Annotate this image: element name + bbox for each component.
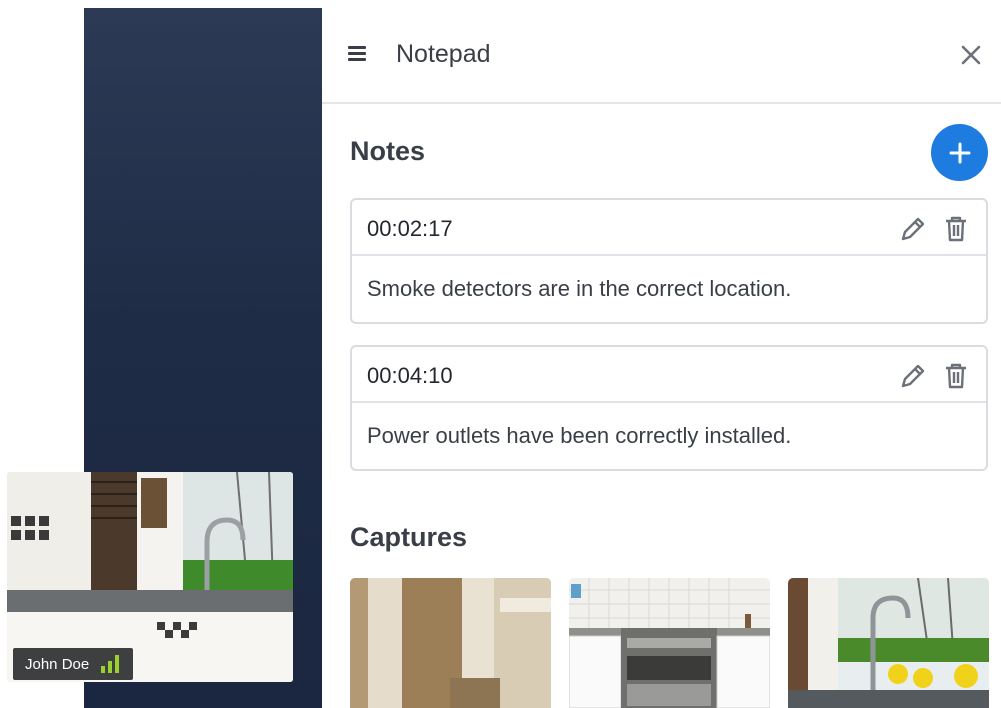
add-note-button[interactable] bbox=[931, 124, 988, 181]
notepad-header: Notepad bbox=[322, 8, 1001, 104]
signal-bars-icon bbox=[101, 655, 120, 673]
pencil-icon[interactable] bbox=[898, 361, 928, 391]
trash-icon[interactable] bbox=[942, 361, 970, 391]
capture-thumbnail[interactable] bbox=[788, 578, 989, 708]
participant-name-tag: John Doe bbox=[13, 648, 134, 680]
capture-thumbnail[interactable] bbox=[350, 578, 551, 708]
note-text: Smoke detectors are in the correct locat… bbox=[367, 276, 792, 301]
notepad-panel: Notepad Notes 00:02:17 Smoke detectors a… bbox=[322, 8, 1001, 708]
notepad-title: Notepad bbox=[396, 40, 491, 68]
note-text: Power outlets have been correctly instal… bbox=[367, 423, 792, 448]
close-icon[interactable] bbox=[958, 42, 984, 68]
note-header: 00:04:10 bbox=[352, 347, 986, 403]
trash-icon[interactable] bbox=[942, 214, 970, 244]
note-timestamp: 00:04:10 bbox=[367, 363, 453, 388]
participant-name: John Doe bbox=[25, 655, 90, 673]
note-body: Smoke detectors are in the correct locat… bbox=[352, 256, 986, 322]
note-timestamp: 00:02:17 bbox=[367, 216, 453, 241]
captures-heading: Captures bbox=[350, 522, 468, 552]
self-view-video[interactable]: John Doe bbox=[7, 472, 293, 682]
menu-icon[interactable] bbox=[348, 46, 366, 62]
note-body: Power outlets have been correctly instal… bbox=[352, 403, 986, 469]
plus-icon bbox=[949, 142, 970, 163]
app-window: Notepad Notes 00:02:17 Smoke detectors a… bbox=[0, 0, 1001, 708]
note-card: 00:04:10 Power outlets have been correct… bbox=[350, 345, 988, 471]
note-card: 00:02:17 Smoke detectors are in the corr… bbox=[350, 198, 988, 324]
note-header: 00:02:17 bbox=[352, 200, 986, 256]
capture-thumbnail[interactable] bbox=[569, 578, 770, 708]
notes-heading: Notes bbox=[350, 136, 426, 166]
pencil-icon[interactable] bbox=[898, 214, 928, 244]
